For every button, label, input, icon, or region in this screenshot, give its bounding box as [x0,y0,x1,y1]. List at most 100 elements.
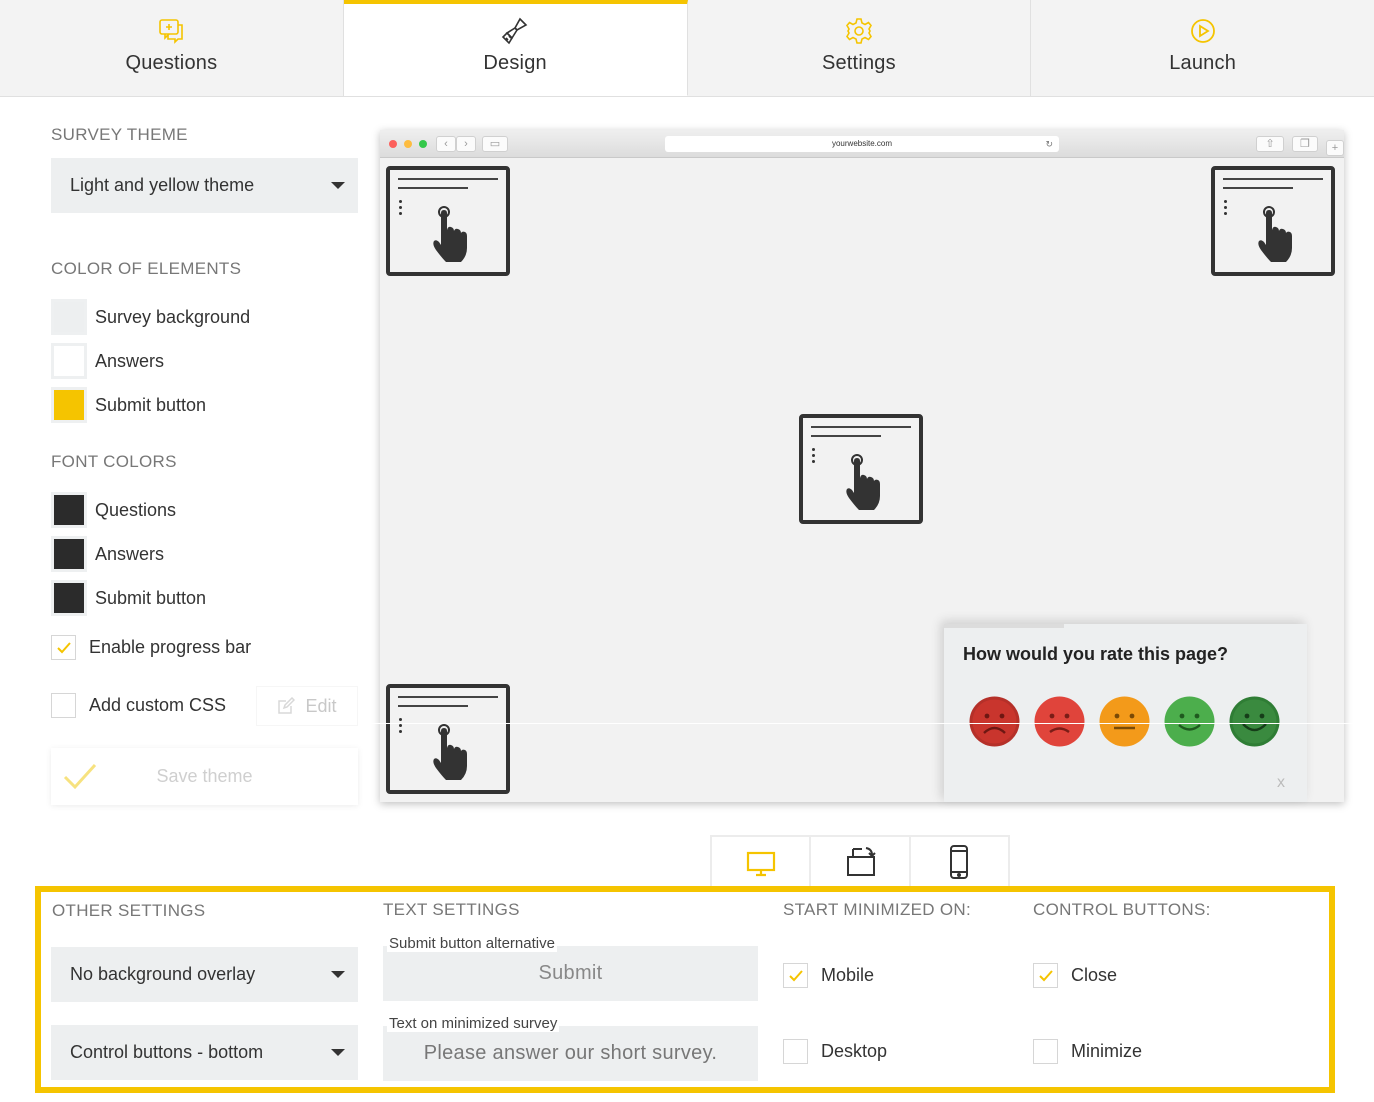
font-colors-heading: FONT COLORS [51,452,177,471]
url-bar: yourwebsite.com ↻ [665,136,1059,152]
close-window-icon [389,140,397,148]
theme-select[interactable]: Light and yellow theme [51,158,358,213]
chat-plus-icon [159,19,184,44]
survey-preview: How would you rate this page? x [944,624,1307,802]
tab-launch[interactable]: Launch [1031,0,1374,96]
minimized-text-input[interactable]: Please answer our short survey. [383,1026,758,1081]
survey-theme-heading: SURVEY THEME [51,125,188,144]
position-top-left[interactable] [386,166,510,276]
tab-label: Questions [125,52,218,74]
color-swatch[interactable] [51,299,87,335]
control-position-value: Control buttons - bottom [70,1042,264,1062]
tablet-preview-button[interactable] [811,837,911,887]
browser-toolbar: ‹ › ▭ yourwebsite.com ↻ ⇧ ❐ + [380,130,1344,158]
mobile-checkbox[interactable] [783,963,808,988]
position-top-right[interactable] [1211,166,1335,276]
happy-face-icon[interactable] [1164,696,1215,747]
color-label: Survey background [95,306,251,327]
chevron-down-icon [331,182,345,189]
start-minimized-heading: START MINIMIZED ON: [783,900,971,919]
survey-close-button[interactable]: x [1277,774,1285,792]
progress-bar-option[interactable]: Enable progress bar [51,635,251,660]
custom-css-option[interactable]: Add custom CSS [51,693,226,718]
color-row-survey-background[interactable]: Survey background [51,299,250,335]
minimized-mobile-option[interactable]: Mobile [783,963,874,988]
font-color-row-answers[interactable]: Answers [51,536,164,572]
pointer-hand-icon [846,454,880,510]
position-bottom-left[interactable] [386,684,510,794]
paint-brush-icon [501,17,528,45]
sidebar-icon: ▭ [482,136,508,152]
very-unhappy-face-icon[interactable] [969,696,1020,747]
tab-questions[interactable]: Questions [0,0,344,96]
mobile-icon [950,845,969,879]
unhappy-face-icon[interactable] [1034,696,1085,747]
share-icon: ⇧ [1256,136,1284,152]
control-position-select[interactable]: Control buttons - bottom [51,1025,358,1080]
checkmark-icon [1038,969,1053,981]
mobile-label: Mobile [821,965,875,985]
other-settings-heading: OTHER SETTINGS [52,901,206,920]
color-swatch[interactable] [51,492,87,528]
save-theme-label: Save theme [156,766,253,786]
neutral-face-icon[interactable] [1099,696,1150,747]
edit-label: Edit [305,695,337,716]
chevron-down-icon [331,971,345,978]
progress-bar-label: Enable progress bar [89,637,252,657]
submit-text-label: Submit button alternative [387,935,557,952]
color-swatch[interactable] [51,387,87,423]
mobile-preview-button[interactable] [911,837,1008,887]
close-checkbox[interactable] [1033,963,1058,988]
font-color-row-questions[interactable]: Questions [51,492,176,528]
color-label: Answers [95,350,165,371]
tab-label: Design [483,52,547,74]
forward-icon: › [456,136,476,152]
text-settings-heading: TEXT SETTINGS [383,900,520,919]
position-center[interactable] [799,414,923,524]
tab-settings[interactable]: Settings [687,0,1032,96]
control-minimize-option[interactable]: Minimize [1033,1039,1142,1064]
color-label: Answers [95,543,165,564]
gear-icon [845,18,872,44]
color-label: Submit button [95,587,207,608]
minimized-text-value: Please answer our short survey. [423,1042,718,1064]
overlay-select-value: No background overlay [70,964,256,984]
custom-css-label: Add custom CSS [89,695,227,715]
desktop-checkbox[interactable] [783,1039,808,1064]
device-toggle [710,835,1010,887]
url-text: yourwebsite.com [831,139,893,148]
custom-css-checkbox[interactable] [51,693,76,718]
color-label: Submit button [95,394,207,415]
checkmark-icon [63,763,97,790]
progress-bar-checkbox[interactable] [51,635,76,660]
tab-design[interactable]: Design [343,0,688,96]
minimize-window-icon [404,140,412,148]
chevron-down-icon [331,1049,345,1056]
pointer-hand-icon [433,724,467,780]
color-row-answers[interactable]: Answers [51,343,164,379]
edit-css-button[interactable]: Edit [256,686,358,726]
color-swatch[interactable] [51,580,87,616]
overlay-select[interactable]: No background overlay [51,947,358,1002]
minimized-text-label: Text on minimized survey [387,1015,560,1032]
control-close-option[interactable]: Close [1033,963,1117,988]
checkmark-icon [56,641,71,653]
maximize-window-icon [419,140,427,148]
desktop-preview-button[interactable] [712,837,812,887]
minimize-checkbox[interactable] [1033,1039,1058,1064]
control-buttons-heading: CONTROL BUTTONS: [1033,900,1211,919]
color-swatch[interactable] [51,536,87,572]
very-happy-face-icon[interactable] [1229,696,1280,747]
color-label: Questions [95,499,177,520]
tabs-icon: ❐ [1292,136,1318,152]
submit-text-input[interactable]: Submit [383,946,758,1001]
save-theme-button[interactable]: Save theme [51,748,358,805]
close-label: Close [1071,965,1118,985]
rating-faces [969,696,1294,747]
color-swatch[interactable] [51,343,87,379]
pointer-hand-icon [1258,206,1292,262]
color-row-submit-button[interactable]: Submit button [51,387,206,423]
font-color-row-submit-button[interactable]: Submit button [51,580,206,616]
tab-label: Launch [1169,52,1237,74]
minimized-desktop-option[interactable]: Desktop [783,1039,887,1064]
